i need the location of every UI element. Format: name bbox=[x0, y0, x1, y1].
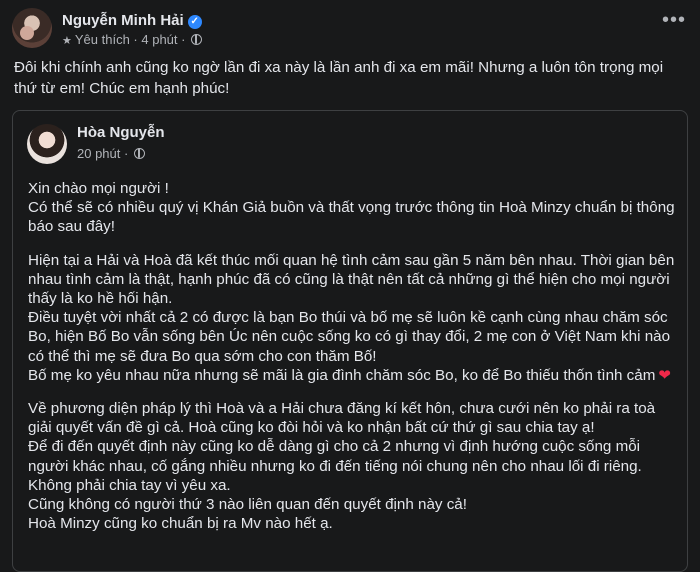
audience-label: Yêu thích bbox=[74, 32, 130, 47]
body-line: Không phải chia tay vì yêu xa. bbox=[28, 476, 231, 494]
body-line: Bố mẹ ko yêu nhau nữa nhưng sẽ mãi là gi… bbox=[28, 366, 671, 384]
heart-icon: ❤ bbox=[658, 366, 671, 384]
author-avatar[interactable] bbox=[12, 8, 52, 48]
body-line: Cũng không có người thứ 3 nào liên quan … bbox=[28, 496, 467, 514]
author-name-row: Nguyễn Minh Hải ✓ bbox=[62, 12, 202, 30]
body-line: Điều tuyệt vời nhất cả 2 có được là bạn … bbox=[28, 309, 671, 365]
globe-icon bbox=[133, 148, 145, 159]
shared-post-meta: 20 phút · bbox=[77, 146, 145, 161]
post-meta: ★ Yêu thích · 4 phút · bbox=[62, 32, 203, 47]
shared-author-name[interactable]: Hòa Nguyễn bbox=[77, 124, 165, 141]
author-name[interactable]: Nguyễn Minh Hải bbox=[62, 12, 184, 29]
post-text: Đôi khi chính anh cũng ko ngờ lần đi xa … bbox=[14, 59, 664, 97]
verified-badge-icon: ✓ bbox=[187, 15, 202, 29]
facebook-post: Nguyễn Minh Hải ✓ ★ Yêu thích · 4 phút · •… bbox=[0, 0, 700, 572]
shared-post-time[interactable]: 20 phút bbox=[77, 146, 120, 161]
body-line: Để đi đến quyết định này cũng ko dễ dàng… bbox=[28, 438, 642, 475]
globe-icon bbox=[191, 34, 203, 45]
body-line: Về phương diện pháp lý thì Hoà và a Hải … bbox=[28, 400, 656, 437]
body-line: Hiện tại a Hải và Hoà đã kết thúc mối qu… bbox=[28, 251, 675, 308]
more-options-icon[interactable]: ••• bbox=[662, 10, 686, 30]
shared-author-avatar[interactable] bbox=[27, 124, 67, 164]
shared-post[interactable]: Hòa Nguyễn 20 phút · Xin chào mọi người … bbox=[12, 110, 688, 572]
body-line: Hoà Minzy cũng ko chuẩn bị ra Mv nào hết… bbox=[28, 515, 333, 533]
body-line: Có thể sẽ có nhiều quý vị Khán Giả buồn … bbox=[28, 199, 675, 236]
shared-post-body: Xin chào mọi người ! Có thể sẽ có nhiều … bbox=[28, 179, 676, 533]
post-time[interactable]: 4 phút bbox=[141, 32, 177, 47]
star-icon: ★ bbox=[62, 35, 72, 47]
body-line: Xin chào mọi người ! bbox=[28, 180, 169, 197]
